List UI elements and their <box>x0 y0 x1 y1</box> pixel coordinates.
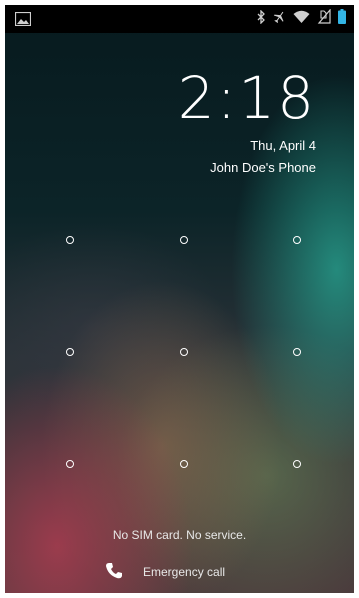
pattern-dot-7[interactable] <box>50 444 90 484</box>
pattern-dot-1[interactable] <box>50 220 90 260</box>
pattern-dot-5[interactable] <box>164 332 204 372</box>
pattern-dot-circle <box>66 348 74 356</box>
pattern-dot-2[interactable] <box>164 220 204 260</box>
pattern-dot-6[interactable] <box>277 332 317 372</box>
pattern-dot-3[interactable] <box>277 220 317 260</box>
pattern-dot-8[interactable] <box>164 444 204 484</box>
pattern-dot-circle <box>293 236 301 244</box>
pattern-dot-circle <box>180 236 188 244</box>
pattern-dot-circle <box>180 348 188 356</box>
pattern-dot-circle <box>66 460 74 468</box>
pattern-dot-circle <box>293 348 301 356</box>
lockscreen: 2:18 Thu, April 4 John Doe's Phone No SI… <box>5 5 354 593</box>
pattern-dot-circle <box>180 460 188 468</box>
emergency-call-label: Emergency call <box>143 565 226 579</box>
pattern-dot-circle <box>293 460 301 468</box>
emergency-call-button[interactable]: Emergency call <box>105 560 225 584</box>
carrier-status-text: No SIM card. No service. <box>112 528 247 542</box>
pattern-dot-9[interactable] <box>277 444 317 484</box>
pattern-dot-4[interactable] <box>50 332 90 372</box>
phone-icon <box>105 562 123 583</box>
pattern-dot-circle <box>66 236 74 244</box>
unlock-pattern-grid[interactable] <box>5 5 354 593</box>
